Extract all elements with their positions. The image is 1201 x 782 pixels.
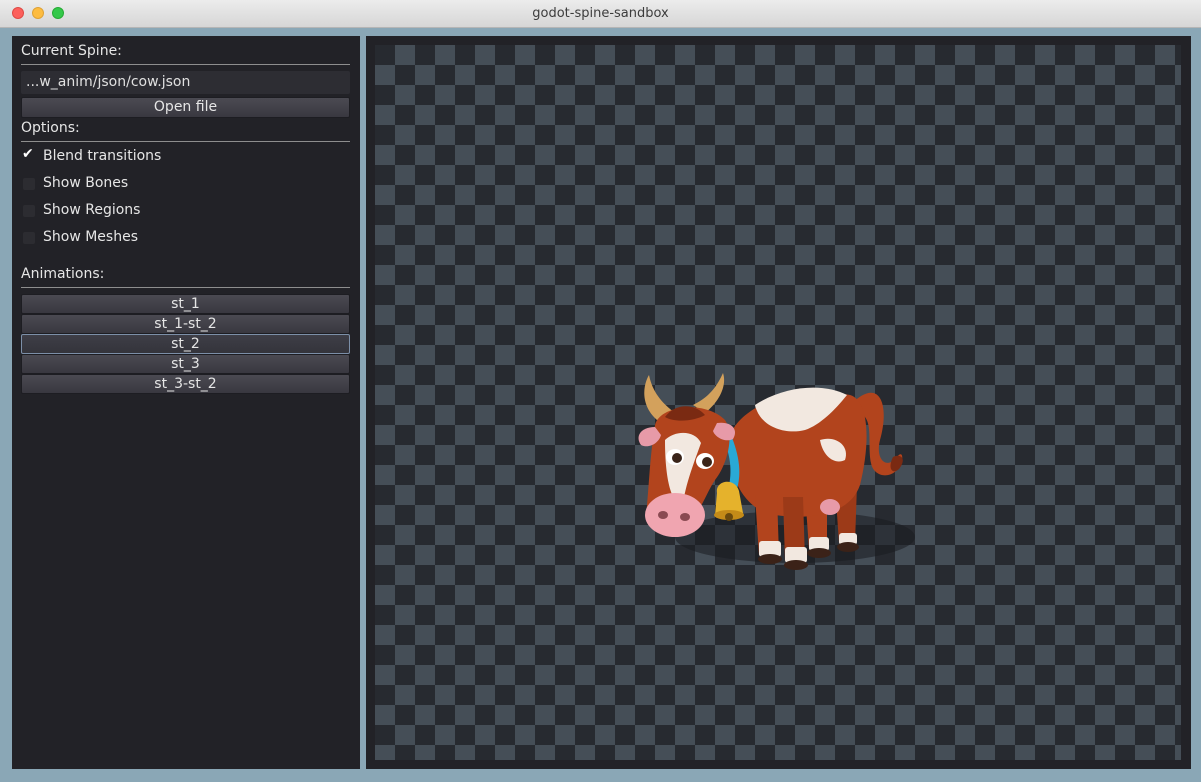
open-file-button[interactable]: Open file	[21, 97, 350, 118]
animation-button-st-3[interactable]: st_3	[21, 354, 350, 374]
transparency-checkerboard	[375, 45, 1181, 760]
checkbox-icon	[23, 178, 35, 190]
animation-button-st-1[interactable]: st_1	[21, 294, 350, 314]
animation-button-st-1-st-2[interactable]: st_1-st_2	[21, 314, 350, 334]
options-separator	[21, 141, 350, 142]
show-regions-checkbox[interactable]: Show Regions	[21, 202, 221, 222]
options-label: Options:	[21, 120, 80, 136]
animations-label: Animations:	[21, 266, 105, 282]
checkbox-icon	[23, 205, 35, 217]
sidebar-panel: Current Spine: ...w_anim/json/cow.json O…	[12, 36, 360, 769]
current-spine-separator	[21, 64, 350, 65]
blend-transitions-checkbox[interactable]: ✔ Blend transitions	[21, 146, 221, 168]
show-meshes-checkbox[interactable]: Show Meshes	[21, 229, 221, 249]
window-title: godot-spine-sandbox	[532, 6, 669, 21]
show-meshes-label: Show Meshes	[43, 229, 138, 245]
animation-button-st-3-st-2[interactable]: st_3-st_2	[21, 374, 350, 394]
spine-file-path: ...w_anim/json/cow.json	[21, 71, 350, 94]
show-bones-label: Show Bones	[43, 175, 129, 191]
animations-separator	[21, 287, 350, 288]
title-bar: godot-spine-sandbox	[0, 0, 1201, 28]
animation-button-st-2[interactable]: st_2	[21, 334, 350, 354]
checkmark-icon: ✔	[22, 146, 34, 162]
blend-transitions-label: Blend transitions	[43, 148, 162, 164]
show-bones-checkbox[interactable]: Show Bones	[21, 175, 221, 195]
cow-sprite	[638, 373, 915, 570]
spine-viewport[interactable]	[366, 36, 1191, 769]
show-regions-label: Show Regions	[43, 202, 141, 218]
current-spine-label: Current Spine:	[21, 43, 122, 59]
checkbox-icon	[23, 232, 35, 244]
app-window: godot-spine-sandbox Current Spine: ...w_…	[0, 0, 1201, 782]
